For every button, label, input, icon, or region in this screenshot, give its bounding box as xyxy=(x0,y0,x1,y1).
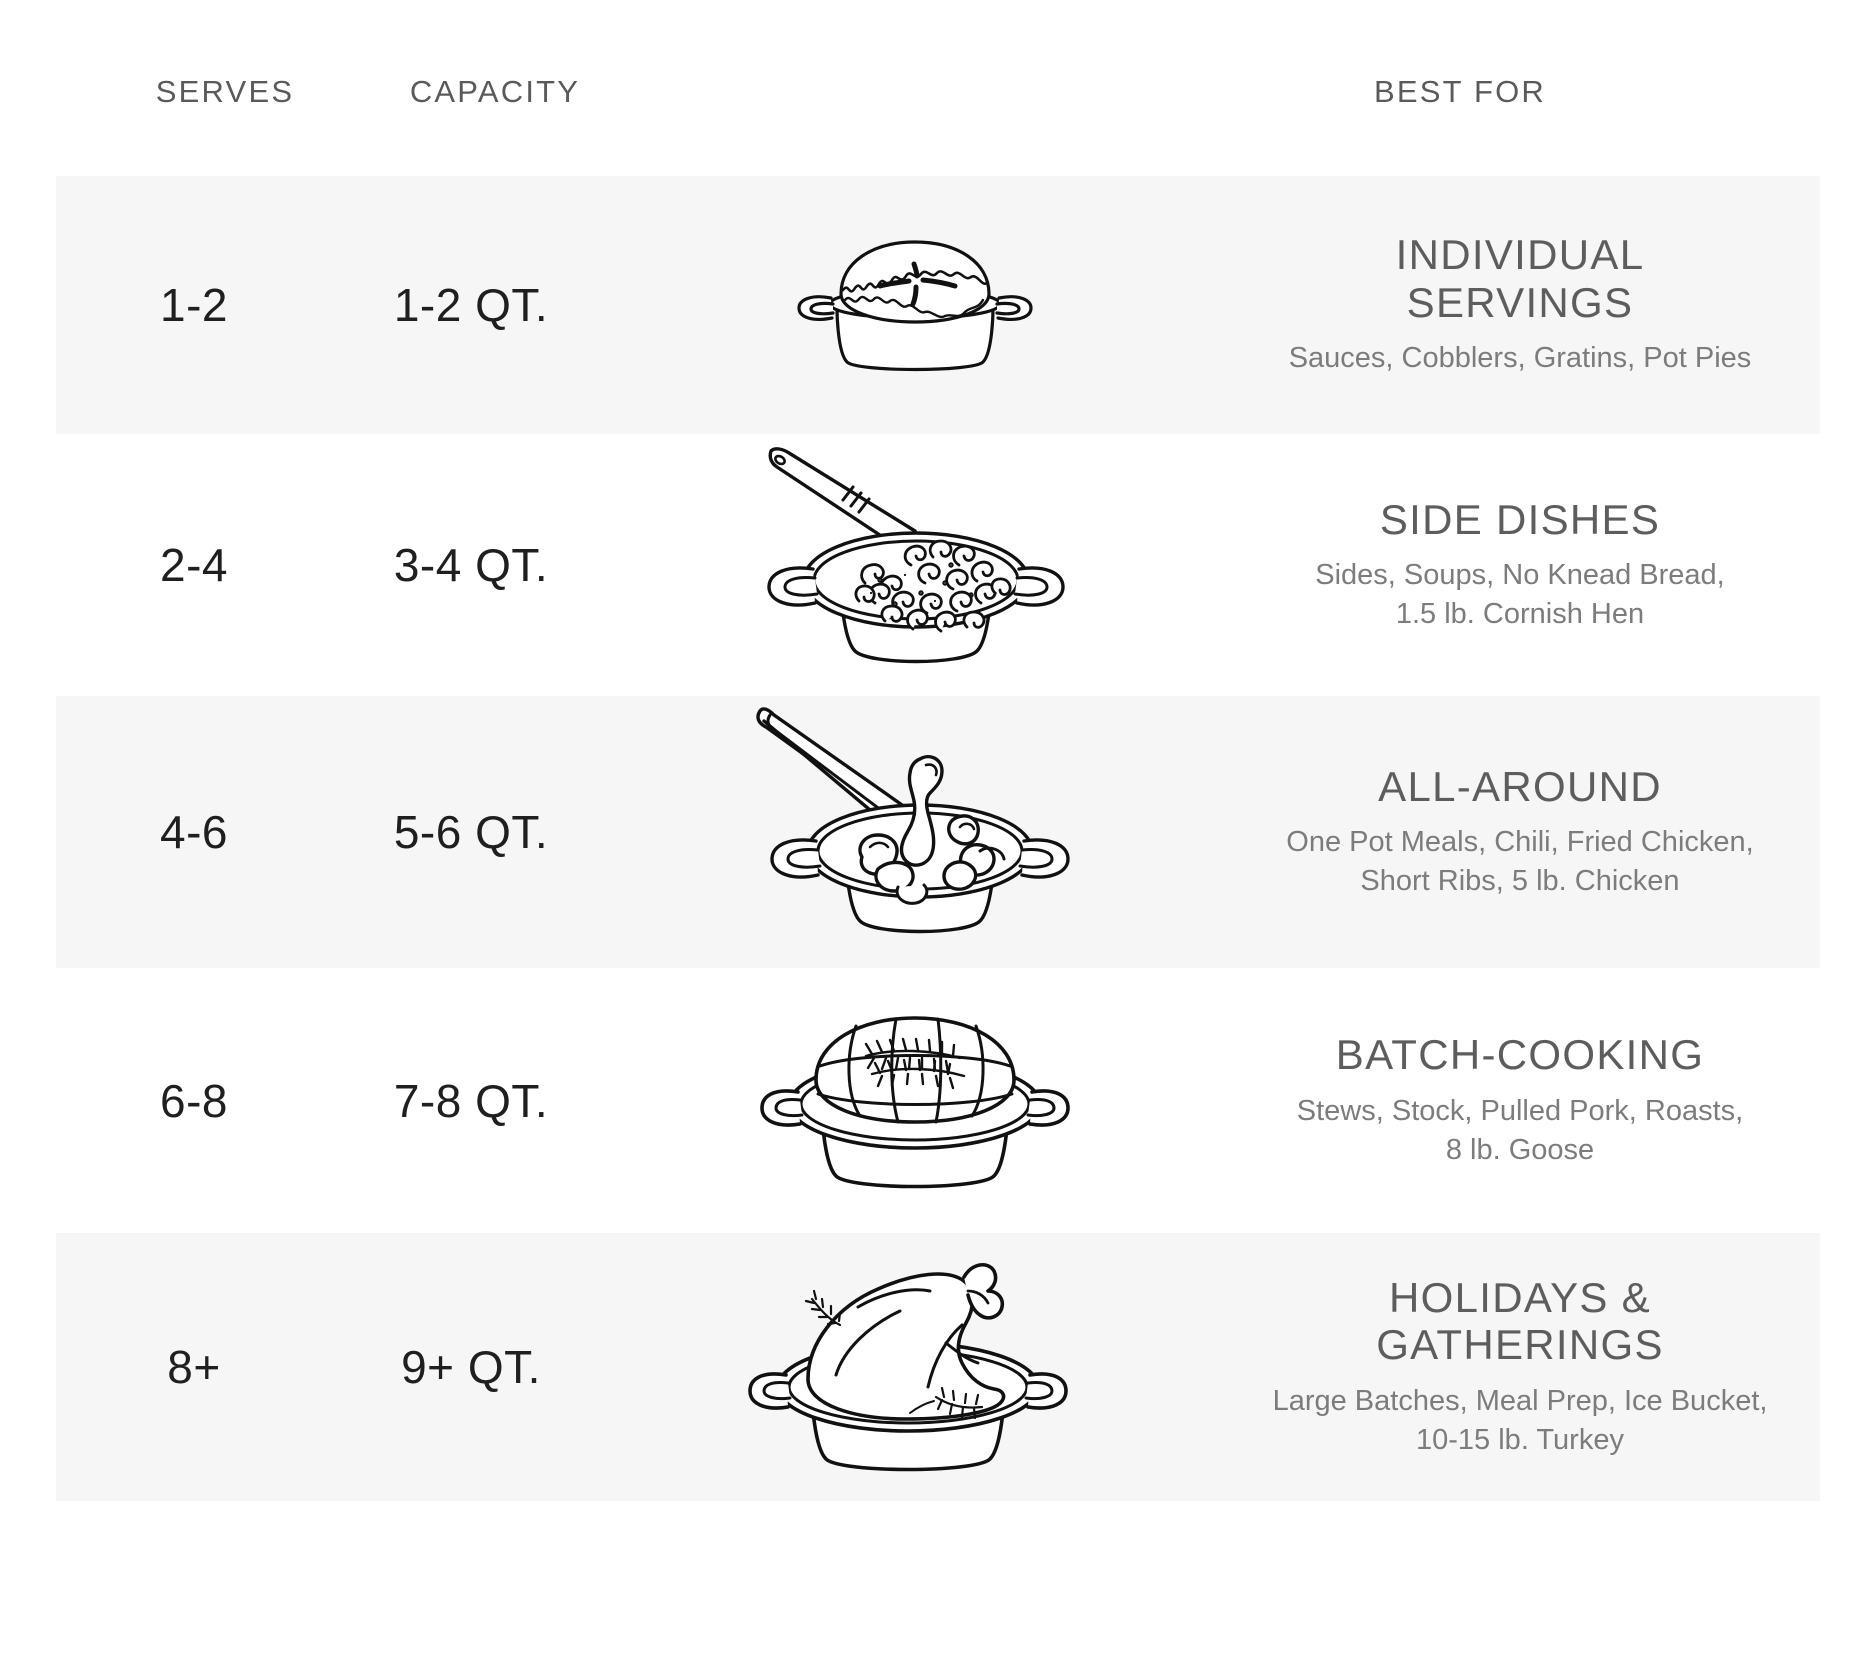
chart-header: SERVES CAPACITY BEST FOR xyxy=(0,0,1876,176)
whole-turkey-pot-icon xyxy=(748,1247,1080,1487)
serves-value: 4-6 xyxy=(160,806,228,858)
cell-best-for: SIDE DISHES Sides, Soups, No Knead Bread… xyxy=(1220,496,1820,635)
cell-best-for: BATCH-COOKING Stews, Stock, Pulled Pork,… xyxy=(1220,1031,1820,1170)
table-row: 6-8 7-8 QT. BATCH-COOKING Stews, Stock, … xyxy=(56,968,1820,1233)
dutch-oven-sizing-chart: SERVES CAPACITY BEST FOR 1-2 1-2 QT. IND… xyxy=(0,0,1876,1668)
cell-capacity: 5-6 QT. xyxy=(332,805,610,859)
cell-best-for: ALL-AROUND One Pot Meals, Chili, Fried C… xyxy=(1220,763,1820,902)
best-for-title: SIDE DISHES xyxy=(1379,495,1661,543)
mac-and-cheese-pot-icon xyxy=(755,443,1075,675)
capacity-value: 1-2 QT. xyxy=(393,279,549,331)
pot-pie-icon xyxy=(785,230,1045,380)
best-for-subtitle: Sauces, Cobblers, Gratins, Pot Pies xyxy=(1288,342,1752,375)
cell-capacity: 1-2 QT. xyxy=(332,278,610,332)
capacity-value: 7-8 QT. xyxy=(393,1074,549,1127)
fried-chicken-tongs-pot-icon xyxy=(750,701,1080,949)
capacity-value: 9+ QT. xyxy=(401,1341,541,1393)
best-for-subtitle: Stews, Stock, Pulled Pork, Roasts, 8 lb.… xyxy=(1296,1094,1744,1166)
capacity-value: 5-6 QT. xyxy=(393,806,549,858)
table-row: 1-2 1-2 QT. INDIVIDUAL SERVINGS Sauces, … xyxy=(56,176,1820,434)
cell-illustration xyxy=(610,996,1220,1206)
serves-value: 6-8 xyxy=(160,1074,228,1127)
column-header-capacity: CAPACITY xyxy=(409,74,581,109)
cell-capacity: 7-8 QT. xyxy=(332,1074,610,1128)
cell-serves: 4-6 xyxy=(56,805,332,859)
best-for-title: HOLIDAYS & GATHERINGS xyxy=(1376,1273,1664,1369)
cell-serves: 8+ xyxy=(56,1340,332,1394)
best-for-title: INDIVIDUAL SERVINGS xyxy=(1395,231,1645,326)
serves-value: 8+ xyxy=(167,1341,221,1393)
best-for-title: BATCH-COOKING xyxy=(1335,1031,1705,1079)
cell-illustration xyxy=(610,707,1220,949)
serves-value: 2-4 xyxy=(160,539,228,591)
cell-serves: 2-4 xyxy=(56,538,332,592)
trussed-roast-pot-icon xyxy=(760,996,1070,1206)
chart-rows: 1-2 1-2 QT. INDIVIDUAL SERVINGS Sauces, … xyxy=(56,176,1820,1501)
column-header-best-for: BEST FOR xyxy=(1373,74,1547,109)
cell-serves: 6-8 xyxy=(56,1074,332,1128)
best-for-subtitle: Sides, Soups, No Knead Bread, 1.5 lb. Co… xyxy=(1315,559,1725,631)
cell-best-for: HOLIDAYS & GATHERINGS Large Batches, Mea… xyxy=(1220,1274,1820,1460)
cell-serves: 1-2 xyxy=(56,278,332,332)
cell-illustration xyxy=(610,1247,1220,1487)
table-row: 8+ 9+ QT. HOLIDAYS & GATHERINGS Large Ba… xyxy=(56,1233,1820,1501)
cell-illustration xyxy=(610,230,1220,380)
table-row: 4-6 5-6 QT. ALL-AROUND One Pot Meals, Ch… xyxy=(56,696,1820,968)
cell-illustration xyxy=(610,447,1220,675)
serves-value: 1-2 xyxy=(160,279,228,331)
cell-capacity: 9+ QT. xyxy=(332,1340,610,1394)
best-for-subtitle: Large Batches, Meal Prep, Ice Bucket, 10… xyxy=(1272,1384,1768,1456)
best-for-subtitle: One Pot Meals, Chili, Fried Chicken, Sho… xyxy=(1286,826,1754,898)
table-row: 2-4 3-4 QT. SIDE DISHES Sides, Soups, No… xyxy=(56,434,1820,696)
cell-best-for: INDIVIDUAL SERVINGS Sauces, Cobblers, Gr… xyxy=(1220,231,1820,378)
cell-capacity: 3-4 QT. xyxy=(332,538,610,592)
capacity-value: 3-4 QT. xyxy=(393,539,549,591)
best-for-title: ALL-AROUND xyxy=(1378,762,1662,810)
